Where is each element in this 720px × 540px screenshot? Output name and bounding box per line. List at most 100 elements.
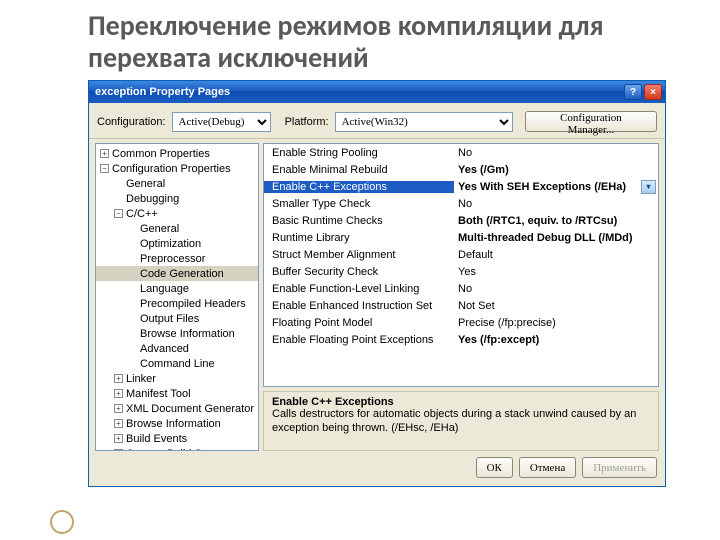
property-name: Smaller Type Check — [272, 198, 454, 210]
property-value[interactable]: Yes (/fp:except) — [454, 334, 658, 346]
property-row[interactable]: Buffer Security CheckYes — [264, 263, 658, 280]
tree-toggle-icon[interactable]: + — [114, 389, 123, 398]
tree-node-label: Command Line — [140, 358, 215, 370]
tree-node-label: General — [126, 178, 165, 190]
tree-node-label: XML Document Generator — [126, 403, 254, 415]
tree-node-label: Browse Information — [140, 328, 235, 340]
property-value[interactable]: Multi-threaded Debug DLL (/MDd) — [454, 232, 658, 244]
tree-node-label: Browse Information — [126, 418, 221, 430]
help-icon[interactable]: ? — [624, 84, 642, 100]
property-value[interactable]: Both (/RTC1, equiv. to /RTCsu) — [454, 215, 658, 227]
tree-node-label: General — [140, 223, 179, 235]
tree-node[interactable]: +Build Events — [96, 431, 258, 446]
tree-node[interactable]: Code Generation — [96, 266, 258, 281]
tree-node[interactable]: Browse Information — [96, 326, 258, 341]
tree-toggle-icon[interactable]: + — [114, 404, 123, 413]
tree-node-label: Linker — [126, 373, 156, 385]
tree-node[interactable]: +XML Document Generator — [96, 401, 258, 416]
tree-node[interactable]: Output Files — [96, 311, 258, 326]
cancel-button[interactable]: Отмена — [519, 457, 576, 478]
property-row[interactable]: Smaller Type CheckNo — [264, 195, 658, 212]
slide-title: Переключение режимов компиляции для пере… — [0, 0, 720, 80]
tree-node[interactable]: +Browse Information — [96, 416, 258, 431]
decorative-circle-icon — [50, 510, 74, 534]
tree-node[interactable]: Debugging — [96, 191, 258, 206]
configuration-select[interactable]: Active(Debug) — [172, 112, 271, 132]
tree-node-label: Advanced — [140, 343, 189, 355]
property-row[interactable]: Enable Function-Level LinkingNo — [264, 280, 658, 297]
tree-node-label: Optimization — [140, 238, 201, 250]
property-value[interactable]: Precise (/fp:precise) — [454, 317, 658, 329]
tree-node-label: Common Properties — [112, 148, 210, 160]
configuration-manager-button[interactable]: Configuration Manager... — [525, 111, 657, 132]
tree-node[interactable]: Precompiled Headers — [96, 296, 258, 311]
tree-node[interactable]: −Configuration Properties — [96, 161, 258, 176]
property-name: Enable Enhanced Instruction Set — [272, 300, 454, 312]
property-row[interactable]: Floating Point ModelPrecise (/fp:precise… — [264, 314, 658, 331]
tree-node[interactable]: Language — [96, 281, 258, 296]
property-row[interactable]: Enable Floating Point ExceptionsYes (/fp… — [264, 331, 658, 348]
property-value[interactable]: No — [454, 147, 658, 159]
property-row[interactable]: Struct Member AlignmentDefault — [264, 246, 658, 263]
property-row[interactable]: Runtime LibraryMulti-threaded Debug DLL … — [264, 229, 658, 246]
property-row[interactable]: Enable Minimal RebuildYes (/Gm) — [264, 161, 658, 178]
property-help: Enable C++ Exceptions Calls destructors … — [263, 391, 659, 451]
tree-node[interactable]: General — [96, 176, 258, 191]
tree-node[interactable]: +Common Properties — [96, 146, 258, 161]
property-row[interactable]: Enable Enhanced Instruction SetNot Set — [264, 297, 658, 314]
tree-toggle-icon[interactable]: + — [114, 434, 123, 443]
category-tree[interactable]: +Common Properties−Configuration Propert… — [95, 143, 259, 451]
property-value[interactable]: Yes With SEH Exceptions (/EHa) — [454, 180, 658, 194]
ok-button[interactable]: ОК — [476, 457, 513, 478]
dropdown-arrow-icon[interactable] — [641, 180, 656, 194]
tree-node-label: Code Generation — [140, 268, 224, 280]
tree-node[interactable]: −C/C++ — [96, 206, 258, 221]
property-name: Enable Function-Level Linking — [272, 283, 454, 295]
tree-toggle-icon[interactable]: − — [100, 164, 109, 173]
apply-button[interactable]: Применить — [582, 457, 657, 478]
tree-node-label: Custom Build Step — [126, 448, 217, 452]
tree-node[interactable]: Preprocessor — [96, 251, 258, 266]
property-name: Runtime Library — [272, 232, 454, 244]
tree-node[interactable]: Command Line — [96, 356, 258, 371]
property-value[interactable]: Not Set — [454, 300, 658, 312]
property-name: Enable String Pooling — [272, 147, 454, 159]
tree-toggle-icon[interactable]: − — [114, 209, 123, 218]
property-value[interactable]: Default — [454, 249, 658, 261]
tree-toggle-icon[interactable]: + — [114, 449, 123, 451]
property-pages-dialog: exception Property Pages ? × Configurati… — [88, 80, 666, 487]
property-row[interactable]: Enable C++ ExceptionsYes With SEH Except… — [264, 178, 658, 195]
close-icon[interactable]: × — [644, 84, 662, 100]
property-name: Basic Runtime Checks — [272, 215, 454, 227]
property-name: Enable C++ Exceptions — [264, 181, 454, 193]
tree-toggle-icon[interactable]: + — [114, 419, 123, 428]
tree-toggle-icon[interactable]: + — [114, 374, 123, 383]
property-name: Buffer Security Check — [272, 266, 454, 278]
property-value[interactable]: No — [454, 198, 658, 210]
tree-node-label: Output Files — [140, 313, 199, 325]
property-value[interactable]: Yes (/Gm) — [454, 164, 658, 176]
configuration-label: Configuration: — [97, 116, 166, 128]
tree-node-label: Preprocessor — [140, 253, 205, 265]
tree-node[interactable]: Optimization — [96, 236, 258, 251]
tree-node-label: Build Events — [126, 433, 187, 445]
tree-node-label: Language — [140, 283, 189, 295]
property-name: Floating Point Model — [272, 317, 454, 329]
tree-node[interactable]: +Linker — [96, 371, 258, 386]
tree-node[interactable]: +Manifest Tool — [96, 386, 258, 401]
property-name: Struct Member Alignment — [272, 249, 454, 261]
property-row[interactable]: Basic Runtime ChecksBoth (/RTC1, equiv. … — [264, 212, 658, 229]
tree-node[interactable]: Advanced — [96, 341, 258, 356]
property-value[interactable]: Yes — [454, 266, 658, 278]
platform-select[interactable]: Active(Win32) — [335, 112, 513, 132]
tree-node-label: Debugging — [126, 193, 179, 205]
configuration-toolbar: Configuration: Active(Debug) Platform: A… — [89, 103, 665, 139]
tree-node-label: Configuration Properties — [112, 163, 231, 175]
property-grid[interactable]: Enable String PoolingNoEnable Minimal Re… — [263, 143, 659, 387]
property-value[interactable]: No — [454, 283, 658, 295]
tree-node[interactable]: +Custom Build Step — [96, 446, 258, 451]
tree-toggle-icon[interactable]: + — [100, 149, 109, 158]
tree-node[interactable]: General — [96, 221, 258, 236]
tree-node-label: C/C++ — [126, 208, 158, 220]
property-row[interactable]: Enable String PoolingNo — [264, 144, 658, 161]
